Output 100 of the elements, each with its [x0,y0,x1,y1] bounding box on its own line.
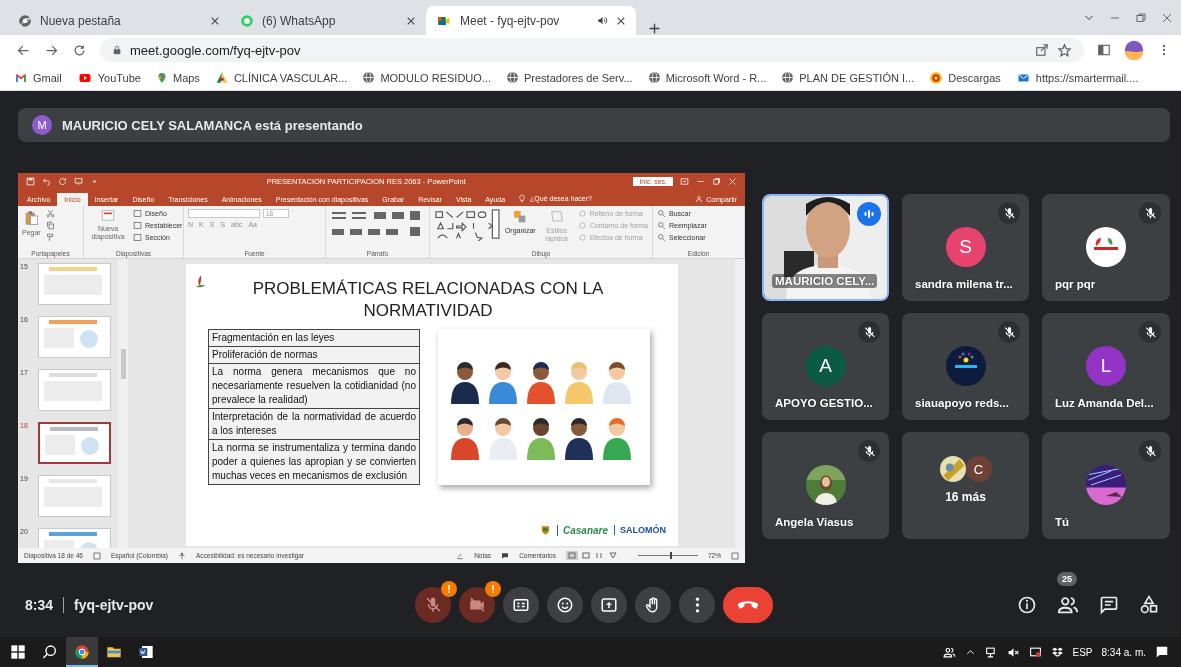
avatar-initial: C [965,456,992,482]
dropbox-icon[interactable] [1050,645,1064,659]
warning-badge: ! [441,581,457,597]
captions-icon [512,596,530,614]
map-pin-icon [155,70,168,85]
globe-icon [781,71,795,84]
browser-tab[interactable]: (6) WhatsApp [230,6,426,35]
present-button[interactable] [591,587,627,623]
ribbon-display-icon[interactable] [680,177,689,186]
bookmark-link[interactable]: Maps [172,71,200,84]
undo-icon[interactable] [42,177,51,186]
browser-icon [74,644,90,660]
restore-icon[interactable] [1135,11,1147,24]
browser-tab[interactable]: Nueva pestaña [8,6,230,35]
mic-off-icon [1143,206,1157,220]
clock-time[interactable]: 8:34 a. m. [1101,646,1146,658]
document-icon [138,644,154,660]
new-slide-icon [100,209,116,223]
participant-name: sandra milena tr... [915,278,1013,290]
captions-button[interactable] [503,587,539,623]
search-icon [42,644,58,660]
sidebar-icon[interactable] [1097,43,1111,57]
mic-off-icon [1002,206,1016,220]
copy-icon [45,221,55,230]
participant-name: MAURICIO CELY... [772,274,878,288]
bookmark-link[interactable]: MODULO RESIDUO... [380,71,491,84]
emoji-button[interactable] [547,587,583,623]
bookmark-link[interactable]: PLAN DE GESTIÓN I... [799,71,915,84]
more-options-icon [694,596,700,614]
accessibility-icon [178,551,186,560]
new-tab-icon[interactable] [648,22,661,35]
folder-icon [106,644,122,660]
table-cell: Fragmentación en las leyes [208,329,420,347]
bookmark-link[interactable]: Prestadores de Serv... [524,71,633,84]
close-icon[interactable] [210,15,220,26]
count-badge: 25 [1057,572,1077,586]
camera-off-icon [468,596,486,614]
people-icon[interactable] [1057,594,1079,616]
emblem-icon [929,70,944,85]
network-icon[interactable] [984,645,998,659]
mic-off-icon [862,444,876,458]
reload-icon[interactable] [72,42,87,58]
camera-button[interactable] [459,587,495,623]
globe-icon [647,71,661,84]
microphone-button[interactable] [415,587,451,623]
start-icon [10,644,26,660]
globe-icon [362,71,376,84]
brand-logo-text: SALOMÓN [614,525,666,535]
taskbar-app[interactable] [66,637,98,667]
close-icon[interactable] [406,15,416,26]
volume-muted-icon[interactable] [1006,645,1020,659]
mic-off-icon [1143,444,1157,458]
info-icon[interactable] [1017,595,1037,615]
close-icon[interactable] [1161,11,1173,24]
participant-name: APOYO GESTIO... [775,397,873,409]
warning-badge: ! [485,581,501,597]
bookmark-link[interactable]: Descargas [948,71,1001,84]
bookmark-link[interactable]: Gmail [33,71,62,84]
hang-up-button[interactable] [723,587,773,623]
redo-icon[interactable] [58,177,67,186]
star-icon[interactable] [1057,42,1072,58]
share-icon[interactable] [1035,43,1049,57]
meeting-code: fyq-ejtv-pov [74,597,154,613]
notification-icon[interactable] [1155,645,1169,659]
slideshow-icon[interactable] [74,177,83,186]
participant-name: pqr pqr [1055,278,1096,290]
table-cell: La norma genera mecanismos que no necesariamente resuelven la cotidianidad (no prevalece la realidad) [208,363,420,409]
display-icon[interactable] [1028,645,1042,659]
bookmark-link[interactable]: CLÍNICA VASCULAR... [233,71,348,84]
mic-off-icon [1002,325,1016,339]
present-icon [600,596,618,614]
bookmark-link[interactable]: Microsoft Word - R... [665,71,767,84]
participant-count-label: 16 más [945,490,986,504]
bookmark-link[interactable]: https://smartermail.... [1035,71,1139,84]
person-icon [695,195,704,203]
slide-thumbnail[interactable] [38,422,111,464]
shape-gallery-drawing [434,209,500,241]
mic-off-icon [862,325,876,339]
close-icon[interactable] [616,15,626,26]
participant-name: Angela Viasus [775,516,854,528]
globe-icon [506,71,519,84]
more-options-button[interactable] [679,587,715,623]
view-buttons-drawing[interactable] [566,551,618,560]
browser-tab[interactable]: Meet - fyq-ejtv-pov [426,6,636,35]
participant-name: Luz Amanda Del... [1055,397,1154,409]
phone-icon [737,600,759,610]
bookmark-link[interactable]: YouTube [97,71,141,84]
leaf-icon [214,70,229,85]
keyboard-language[interactable]: ESP [1072,646,1093,658]
restore-icon[interactable] [712,177,721,186]
address-field[interactable]: meet.google.com/fyq-ejtv-pov [130,42,301,58]
profile-avatar-icon[interactable] [1124,40,1144,60]
activities-icon[interactable] [1139,595,1159,615]
scissors-icon [45,209,55,218]
chat-icon[interactable] [1099,595,1119,615]
save-icon[interactable] [26,177,35,186]
participant-name: Tú [1055,516,1070,528]
brand-logo-text: Casanare [556,524,608,536]
raise-hand-button[interactable] [635,587,671,623]
people-icon[interactable] [942,645,956,659]
